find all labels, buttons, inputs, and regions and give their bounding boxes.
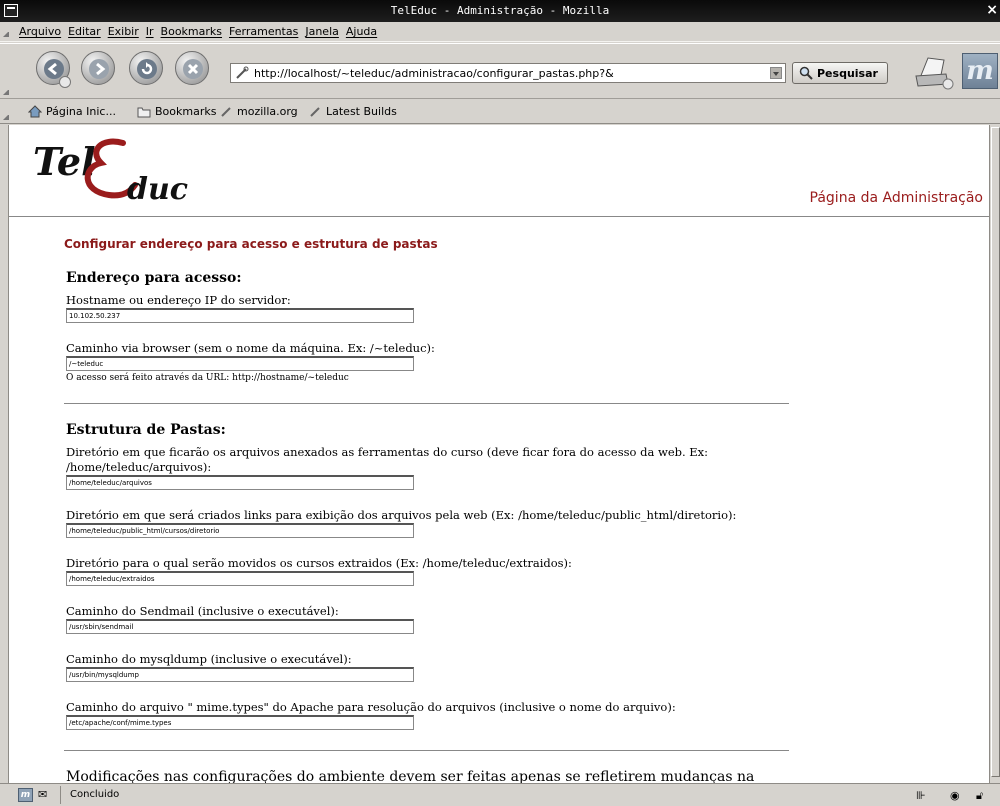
reload-icon bbox=[137, 59, 157, 79]
teleduc-logo: Tel duc bbox=[33, 138, 188, 207]
forward-button[interactable] bbox=[81, 51, 115, 85]
security-lock-icon[interactable]: 🔓︎ bbox=[976, 789, 983, 803]
scrollbar-thumb[interactable] bbox=[991, 127, 1000, 777]
url-hint: O acesso será feito através da URL: http… bbox=[66, 373, 349, 383]
sendmail-path-label: Caminho do Sendmail (inclusive o executá… bbox=[66, 604, 339, 618]
menu-ajuda[interactable]: Ajuda bbox=[346, 25, 377, 38]
menu-ferramentas[interactable]: Ferramentas bbox=[229, 25, 298, 38]
header-divider bbox=[9, 216, 989, 217]
sendmail-path-input[interactable]: /usr/sbin/sendmail bbox=[66, 619, 414, 634]
bookmark-mozilla[interactable]: mozilla.org bbox=[220, 105, 298, 118]
reload-button[interactable] bbox=[129, 51, 163, 85]
link-icon bbox=[221, 107, 231, 117]
config-form: Endereço para acesso: Hostname ou endere… bbox=[64, 270, 806, 783]
bookmarks-toolbar: Página Inic... Bookmarks mozilla.org Lat… bbox=[0, 100, 1000, 124]
mime-types-path-input[interactable]: /etc/apache/conf/mime.types bbox=[66, 715, 414, 730]
extracted-dir-label: Diretório para o qual serão movidos os c… bbox=[66, 556, 572, 570]
window-titlebar: TelEduc - Administração - Mozilla × bbox=[0, 0, 1000, 22]
mozilla-throbber-icon[interactable]: m bbox=[962, 53, 998, 89]
page-content: Tel duc Página da Administração Configur… bbox=[8, 125, 989, 783]
section-divider bbox=[64, 750, 789, 751]
attachments-dir-input[interactable]: /home/teleduc/arquivos bbox=[66, 475, 414, 490]
link-icon bbox=[310, 107, 320, 117]
mail-icon[interactable]: ✉ bbox=[38, 788, 47, 801]
url-text[interactable]: http://localhost/~teleduc/administracao/… bbox=[254, 67, 614, 80]
toolbar-grip-icon[interactable] bbox=[3, 31, 9, 37]
menu-ir[interactable]: Ir bbox=[146, 25, 154, 38]
menu-editar[interactable]: Editar bbox=[68, 25, 101, 38]
mime-types-path-label: Caminho do arquivo " mime.types" do Apac… bbox=[66, 700, 676, 714]
bookmark-label: Página Inic... bbox=[46, 105, 116, 118]
back-history-dropdown[interactable] bbox=[59, 76, 71, 88]
mysqldump-path-label: Caminho do mysqldump (inclusive o execut… bbox=[66, 652, 352, 666]
menu-janela[interactable]: Janela bbox=[305, 25, 339, 38]
links-dir-label: Diretório em que será criados links para… bbox=[66, 508, 737, 522]
bookmark-latest-builds[interactable]: Latest Builds bbox=[309, 105, 397, 118]
bookmark-label: Latest Builds bbox=[326, 105, 397, 118]
section-divider bbox=[64, 403, 789, 404]
bookmark-home[interactable]: Página Inic... bbox=[28, 105, 116, 118]
online-status-icon[interactable]: ⊪ bbox=[916, 789, 926, 802]
url-dropdown-icon[interactable] bbox=[770, 67, 782, 79]
host-label: Hostname ou endereço IP do servidor: bbox=[66, 293, 291, 307]
access-heading: Endereço para acesso: bbox=[66, 270, 242, 286]
status-text: Concluido bbox=[70, 789, 120, 800]
back-button[interactable] bbox=[36, 51, 71, 88]
attachments-dir-label: Diretório em que ficarão os arquivos ane… bbox=[66, 445, 709, 474]
links-dir-input[interactable]: /home/teleduc/public_html/cursos/diretor… bbox=[66, 523, 414, 538]
link-icon bbox=[236, 66, 249, 79]
stop-icon bbox=[183, 59, 203, 79]
mysqldump-path-input[interactable]: /usr/bin/mysqldump bbox=[66, 667, 414, 682]
search-button[interactable]: Pesquisar bbox=[792, 62, 888, 84]
url-bar[interactable]: http://localhost/~teleduc/administracao/… bbox=[230, 63, 786, 83]
page-title: Página da Administração bbox=[809, 190, 983, 206]
browser-path-label: Caminho via browser (sem o nome da máqui… bbox=[66, 341, 435, 355]
close-icon[interactable]: × bbox=[986, 2, 998, 18]
extracted-dir-input[interactable]: /home/teleduc/extraidos bbox=[66, 571, 414, 586]
search-icon bbox=[799, 66, 813, 80]
print-icon[interactable] bbox=[912, 54, 956, 90]
bookmark-label: mozilla.org bbox=[237, 105, 298, 118]
notice-text: Modificações nas configurações do ambien… bbox=[66, 769, 755, 783]
vertical-scrollbar[interactable] bbox=[989, 125, 1000, 783]
navigation-toolbar: http://localhost/~teleduc/administracao/… bbox=[0, 43, 1000, 99]
bookmark-folder[interactable]: Bookmarks bbox=[137, 105, 216, 118]
toolbar-grip-icon[interactable] bbox=[3, 89, 9, 95]
forward-arrow-icon bbox=[89, 59, 109, 79]
search-button-label: Pesquisar bbox=[817, 67, 878, 80]
menu-arquivo[interactable]: Arquivo bbox=[19, 25, 61, 38]
section-title: Configurar endereço para acesso e estrut… bbox=[64, 237, 438, 251]
browser-path-input[interactable]: /~teleduc bbox=[66, 356, 414, 371]
status-bar: m ✉ Concluido ⊪ ◉ 🔓︎ bbox=[0, 783, 1000, 806]
menu-bar: Arquivo Editar Exibir Ir Bookmarks Ferra… bbox=[0, 22, 1000, 42]
stop-button[interactable] bbox=[175, 51, 209, 85]
folder-icon bbox=[137, 107, 151, 117]
status-divider bbox=[60, 786, 61, 804]
folders-heading: Estrutura de Pastas: bbox=[66, 422, 226, 438]
bookmark-label: Bookmarks bbox=[155, 105, 217, 118]
toolbar-grip-icon[interactable] bbox=[3, 114, 9, 120]
view-icon[interactable]: ◉ bbox=[950, 789, 960, 802]
sidebar-gutter bbox=[0, 125, 8, 783]
home-icon bbox=[28, 105, 42, 118]
logo-text-duc: duc bbox=[127, 172, 188, 207]
menu-bookmarks[interactable]: Bookmarks bbox=[161, 25, 222, 38]
menu-exibir[interactable]: Exibir bbox=[108, 25, 139, 38]
mozilla-component-icon[interactable]: m bbox=[18, 788, 33, 802]
host-input[interactable]: 10.102.50.237 bbox=[66, 308, 414, 323]
window-title: TelEduc - Administração - Mozilla bbox=[390, 4, 610, 17]
